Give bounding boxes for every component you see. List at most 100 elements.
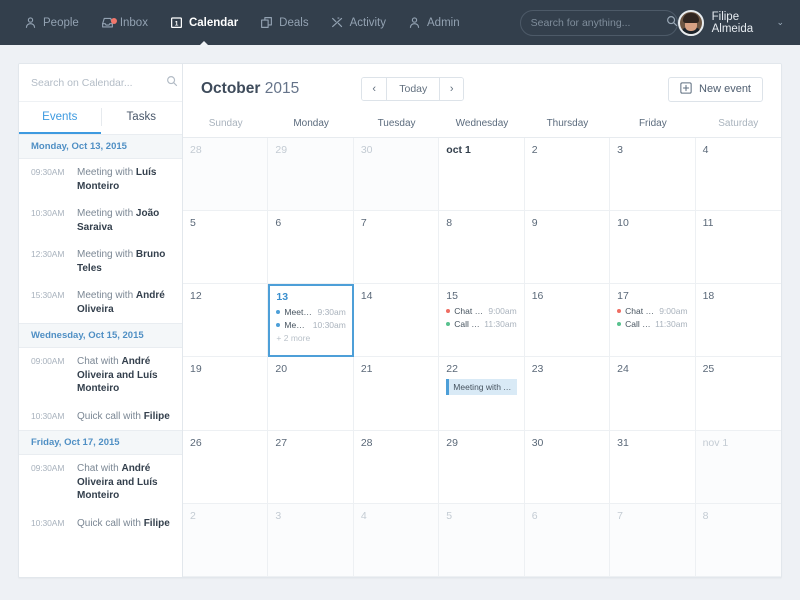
sidebar-search[interactable] xyxy=(19,64,182,102)
calendar-day-cell[interactable]: 12 xyxy=(183,284,269,358)
event-time: 11:30am xyxy=(655,319,688,330)
calendar-day-cell[interactable]: 26 xyxy=(183,430,269,504)
today-button[interactable]: Today xyxy=(386,78,440,100)
day-number: 11 xyxy=(702,217,714,230)
calendar-day-cell[interactable]: 7 xyxy=(353,211,440,285)
calendar-day-cell[interactable]: 2 xyxy=(524,138,611,212)
calendar-day-cell[interactable]: 13 Meeting w…9:30am Meeting… 10:30am + 2 mor… xyxy=(268,284,354,358)
event-title: Chat with André Oliveira and Luís Montei… xyxy=(77,355,172,396)
page-body: EventsTasks Monday, Oct 13, 201509:30AMM… xyxy=(0,45,800,600)
calendar-day-cell[interactable]: 9 xyxy=(524,211,611,285)
event-name: Call with.. xyxy=(454,319,480,330)
list-item[interactable]: 09:00AM Chat with André Oliveira and Luís… xyxy=(19,348,182,403)
event-name: Meeting w… xyxy=(284,307,314,318)
nav-item-calendar[interactable]: 1 Calendar xyxy=(160,10,248,47)
nav-item-label: Admin xyxy=(427,16,460,29)
calendar-day-cell[interactable]: 5 xyxy=(183,211,269,285)
search-input[interactable] xyxy=(530,16,666,29)
calendar-day-cell[interactable]: 18 xyxy=(695,284,781,358)
day-number: 7 xyxy=(360,217,367,230)
new-event-button[interactable]: New event xyxy=(668,76,763,102)
calendar-day-cell[interactable]: oct 1 xyxy=(439,138,525,212)
list-item[interactable]: 10:30AM Quick call with Filipe xyxy=(19,510,182,538)
calendar-day-cell[interactable]: 11 xyxy=(695,211,781,285)
day-number: 6 xyxy=(531,509,538,522)
calendar-day-cell[interactable]: 3 xyxy=(610,138,696,212)
calendar-day-cell[interactable]: 25 xyxy=(695,357,781,431)
calendar-event-bar[interactable]: Meeting with Andr… xyxy=(446,379,517,396)
calendar-day-cell[interactable]: 6 xyxy=(524,503,611,577)
calendar-day-cell[interactable]: 29 xyxy=(439,430,525,504)
event-name: Chat with.. xyxy=(625,306,656,317)
calendar-day-cell[interactable]: 3 xyxy=(268,503,354,577)
more-events-link[interactable]: + 2 more xyxy=(276,333,345,343)
calendar-day-cell[interactable]: 4 xyxy=(353,503,440,577)
calendar-event[interactable]: Call with.. 11:30am xyxy=(446,319,517,330)
calendar-day-cell[interactable]: 5 xyxy=(439,503,525,577)
day-number: 28 xyxy=(360,436,373,449)
nav-item-inbox[interactable]: Inbox xyxy=(91,10,158,35)
calendar-day-cell[interactable]: 20 xyxy=(268,357,354,431)
calendar-day-cell[interactable]: 4 xyxy=(695,138,781,212)
calendar-day-cell[interactable]: 28 xyxy=(183,138,269,212)
sidebar-tab-label: Events xyxy=(42,111,78,123)
list-item[interactable]: 10:30AM Meeting with João Saraiva xyxy=(19,200,182,241)
day-number: 7 xyxy=(617,509,623,522)
calendar-day-cell[interactable]: 30 xyxy=(353,138,440,212)
day-number: 19 xyxy=(190,363,202,376)
calendar-day-cell[interactable]: 31 xyxy=(610,430,696,504)
global-search[interactable] xyxy=(519,9,678,36)
calendar-day-cell[interactable]: 10 xyxy=(610,211,696,285)
calendar-day-cell[interactable]: 6 xyxy=(268,211,354,285)
calendar-event[interactable]: Chat with..9:00am xyxy=(446,306,517,316)
calendar-day-cell[interactable]: 8 xyxy=(439,211,525,285)
list-item[interactable]: 10:30AM Quick call with Filipe xyxy=(19,403,182,431)
calendar-day-cell[interactable]: 14 xyxy=(353,284,440,358)
calendar-event[interactable]: Meeting w…9:30am xyxy=(276,307,346,318)
list-item[interactable]: 12:30AM Meeting with Bruno Teles xyxy=(19,241,182,282)
calendar-day-cell[interactable]: 21 xyxy=(353,357,440,431)
calendar-day-cell[interactable]: 24 xyxy=(610,357,696,431)
nav-item-label: People xyxy=(43,16,79,29)
calendar-day-cell[interactable]: nov 1 xyxy=(695,430,781,504)
calendar-day-cell[interactable]: 27 xyxy=(268,430,354,504)
calendar-event[interactable]: Chat with..9:00am xyxy=(617,306,688,317)
calendar-day-cell[interactable]: 15 Chat with..9:00am Call with.. 11:30am xyxy=(439,284,525,358)
list-item[interactable]: 09:30AM Chat with André Oliveira and Luís… xyxy=(19,455,182,510)
calendar-day-cell[interactable]: 19 xyxy=(183,357,269,431)
calendar-day-cell[interactable]: 8 xyxy=(695,503,781,577)
calendar-day-cell[interactable]: 30 xyxy=(524,430,611,504)
calendar-event[interactable]: Call with.. 11:30am xyxy=(617,319,688,330)
nav-item-deals[interactable]: Deals xyxy=(250,10,318,35)
day-number: 22 xyxy=(446,363,458,376)
sidebar-search-input[interactable] xyxy=(31,76,166,89)
calendar-day-cell[interactable]: 7 xyxy=(610,503,696,577)
calendar-event[interactable]: Meeting… 10:30am xyxy=(276,320,346,330)
chevron-down-icon[interactable]: ⌄ xyxy=(776,17,784,28)
event-dot-icon xyxy=(276,323,281,328)
user-menu[interactable]: Filipe Almeida ⌄ xyxy=(677,9,786,36)
list-item[interactable]: 09:30AM Meeting with Luís Monteiro xyxy=(19,159,182,200)
calendar-day-cell[interactable]: 17 Chat with..9:00am Call with.. 11:30am xyxy=(610,284,696,358)
nav-item-activity[interactable]: Activity xyxy=(321,10,396,35)
nav-item-admin[interactable]: Admin xyxy=(398,10,470,35)
nav-item-people[interactable]: People xyxy=(14,10,89,35)
calendar-day-cell[interactable]: 28 xyxy=(353,430,440,504)
calendar-day-cell[interactable]: 29 xyxy=(268,138,354,212)
calendar-day-cell[interactable]: 23 xyxy=(524,357,611,431)
prev-month-button[interactable]: ‹ xyxy=(362,78,387,100)
day-number: 5 xyxy=(446,509,453,522)
user-name: Filipe Almeida xyxy=(711,10,754,35)
list-item[interactable]: 15:30AM Meeting with André Oliveira xyxy=(19,282,182,323)
event-time: 9:00am xyxy=(659,306,688,317)
calendar-day-cell[interactable]: 16 xyxy=(524,284,611,358)
sidebar-tab-tasks[interactable]: Tasks xyxy=(100,102,183,134)
next-month-button[interactable]: › xyxy=(439,78,464,100)
weekday-header-row: Sunday Monday Tuesday Wednesday Thursday Frid… xyxy=(183,114,781,138)
sidebar-tab-events[interactable]: Events xyxy=(19,102,101,134)
day-number: 10 xyxy=(617,217,629,230)
calendar-day-cell[interactable]: 2 xyxy=(183,503,269,577)
event-time: 10:30AM xyxy=(31,517,65,528)
calendar-day-cell[interactable]: 22 Meeting with Andr… xyxy=(439,357,525,431)
event-dot-icon xyxy=(617,322,622,327)
